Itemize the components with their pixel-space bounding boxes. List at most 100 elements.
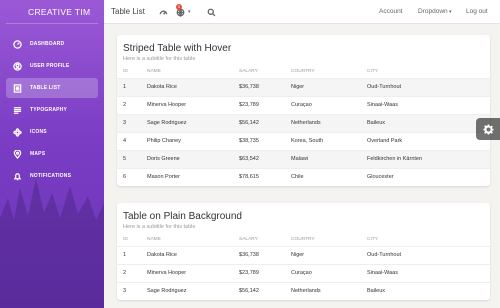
sidebar-item-maps[interactable]: MAPS [6,144,98,164]
list-icon [12,83,22,93]
table-cell: Philip Chaney [141,131,233,150]
table-cell: $63,542 [233,149,285,168]
column-header: NAME [147,69,161,75]
atom-icon [12,127,22,137]
table-row[interactable]: 1 Dakota Rice $36,738 Niger Oud-Turnhout [117,77,490,96]
table-cell: Sage Rodriguez [141,113,233,132]
sidebar-item-typography[interactable]: TYPOGRAPHY [6,100,98,120]
table-cell: $38,735 [233,131,285,150]
card-subtitle: Here is a subtitle for this table [123,224,196,230]
logout-link[interactable]: Log out [466,8,488,15]
table-cell: Chile [285,167,361,186]
table-cell: $56,142 [233,113,285,132]
striped-table-card: Striped Table with Hover Here is a subti… [117,35,490,186]
table-cell: Minerva Hooper [141,263,233,282]
sidebar-item-label: USER PROFILE [30,63,70,69]
account-link[interactable]: Account [379,8,403,15]
map-pin-icon [12,149,22,159]
sidebar: CREATIVE TIM DASHBOARD USER PROFILE TABL… [0,0,104,308]
notifications-button[interactable]: 5 [174,4,186,18]
column-header: COUNTRY [291,69,315,75]
search-icon [207,8,215,16]
search-button[interactable] [205,6,217,18]
table-row[interactable]: 6 Mason Porter $78,615 Chile Gloucester [117,167,490,186]
dashboard-nav-button[interactable] [157,6,169,18]
table-cell: Mason Porter [141,167,233,186]
table-cell: Overland Park [361,131,490,150]
table-cell: Gloucester [361,167,490,186]
table-cell: $23,789 [233,95,285,114]
column-header: ID [123,69,128,75]
table-cell: 3 [117,113,141,132]
table-row[interactable]: 5 Doris Greene $63,542 Malawi Feldkirchen in… [117,149,490,168]
table-cell: 1 [117,77,141,96]
table-cell: $23,789 [233,263,285,282]
table-header-row: ID NAME SALARY COUNTRY CITY [117,234,490,246]
column-header: COUNTRY [291,237,315,243]
table-cell: Malawi [285,149,361,168]
table-cell: Netherlands [285,281,361,300]
table-cell: 3 [117,281,141,300]
page-title: Table List [111,7,145,16]
table-cell: Sinaai-Waas [361,95,490,114]
table-cell: Sage Rodriguez [141,281,233,300]
table-cell: 2 [117,263,141,282]
plain-table-card: Table on Plain Background Here is a subt… [117,203,490,300]
sidebar-item-icons[interactable]: ICONS [6,122,98,142]
table-row[interactable]: 1 Dakota Rice $36,738 Niger Oud-Turnhout [117,245,490,264]
table-cell: Oud-Turnhout [361,245,490,264]
card-title: Table on Plain Background [123,211,242,222]
table-cell: Niger [285,77,361,96]
sidebar-item-notifications[interactable]: NOTIFICATIONS [6,166,98,186]
table-cell: Korea, South [285,131,361,150]
sidebar-item-label: NOTIFICATIONS [30,173,72,179]
card-title: Striped Table with Hover [123,43,232,54]
dropdown-toggle[interactable]: Dropdown [418,8,448,15]
table-cell: Sinaai-Waas [361,263,490,282]
top-navbar: Table List 5 ▾ Account Dropdown ▾ Log ou… [104,0,500,24]
table-row[interactable]: 2 Minerva Hooper $23,789 Curaçao Sinaai-Waas [117,263,490,282]
table-cell: 1 [117,245,141,264]
table-cell: Dakota Rice [141,245,233,264]
table-cell: Oud-Turnhout [361,77,490,96]
table-cell: $36,738 [233,245,285,264]
brand-logo[interactable]: CREATIVE TIM [6,0,98,24]
table-row[interactable]: 3 Sage Rodriguez $56,142 Netherlands Baileux [117,113,490,132]
column-header: CITY [367,237,378,243]
sidebar-nav: DASHBOARD USER PROFILE TABLE LIST TYPOGR… [0,34,104,186]
table-cell: Netherlands [285,113,361,132]
table-row[interactable]: 2 Minerva Hooper $23,789 Curaçao Sinaai-Waas [117,95,490,114]
table-cell: 5 [117,149,141,168]
table-cell: Minerva Hooper [141,95,233,114]
gear-icon [482,123,494,135]
speedometer-icon [159,10,167,15]
table-cell: Baileux [361,113,490,132]
column-header: CITY [367,69,378,75]
column-header: ID [123,237,128,243]
sidebar-item-table-list[interactable]: TABLE LIST [6,78,98,98]
sidebar-item-dashboard[interactable]: DASHBOARD [6,34,98,54]
striped-table: ID NAME SALARY COUNTRY CITY 1 Dakota Rice $36,… [117,66,490,186]
table-cell: Curaçao [285,95,361,114]
sidebar-item-label: TYPOGRAPHY [30,107,68,113]
table-cell: $78,615 [233,167,285,186]
table-cell: Curaçao [285,263,361,282]
chevron-down-icon[interactable]: ▾ [188,9,191,15]
settings-toggle-button[interactable] [476,118,500,140]
table-cell: 6 [117,167,141,186]
table-row[interactable]: 4 Philip Chaney $38,735 Korea, South Overlan… [117,131,490,150]
main-content: Striped Table with Hover Here is a subti… [104,24,500,308]
user-icon [12,61,22,71]
table-cell: Dakota Rice [141,77,233,96]
sidebar-item-label: ICONS [30,129,47,135]
notification-count-badge: 5 [176,4,182,10]
table-cell: 2 [117,95,141,114]
plain-table: ID NAME SALARY COUNTRY CITY 1 Dakota Rice $36,… [117,234,490,300]
sidebar-item-label: DASHBOARD [30,41,65,47]
column-header: SALARY [239,237,258,243]
sidebar-item-label: TABLE LIST [30,85,61,91]
table-row[interactable]: 3 Sage Rodriguez $56,142 Netherlands Baileux [117,281,490,300]
sidebar-item-user-profile[interactable]: USER PROFILE [6,56,98,76]
table-cell: Doris Greene [141,149,233,168]
table-cell: Feldkirchen in Kärnten [361,149,490,168]
